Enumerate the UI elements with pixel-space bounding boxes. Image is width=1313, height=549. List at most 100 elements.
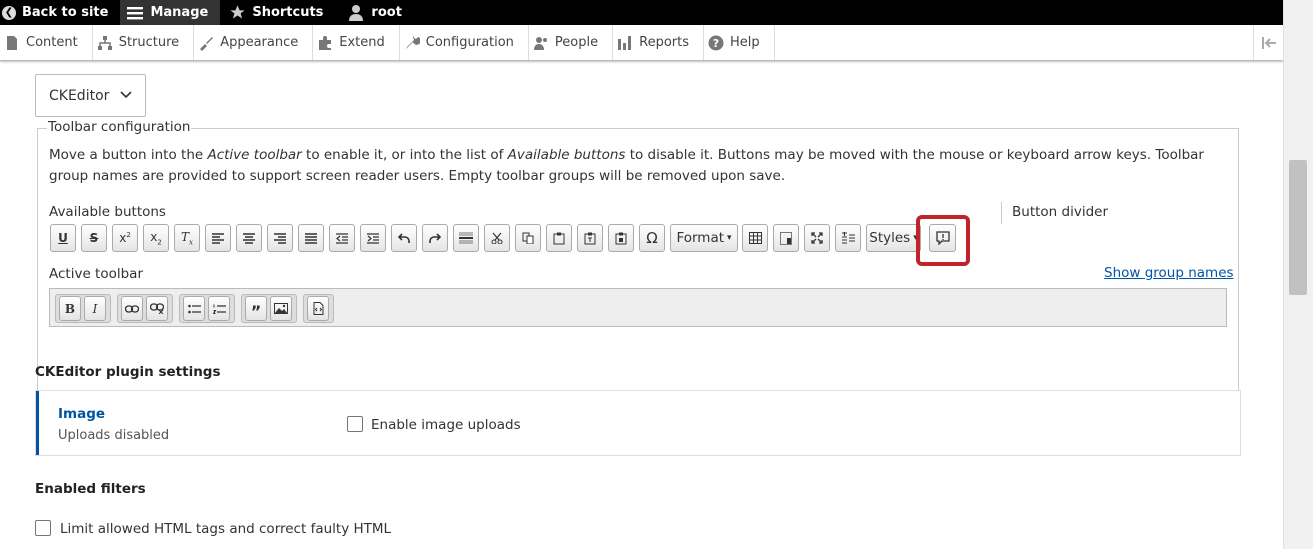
table-icon <box>748 232 762 244</box>
underline-icon: U <box>58 231 68 245</box>
tray-tab-people[interactable]: People <box>529 25 614 60</box>
styles-dropdown[interactable]: Styles ▾ <box>866 224 921 252</box>
vertical-tab-image-title: Image <box>58 406 106 422</box>
cut-button[interactable] <box>484 224 510 252</box>
remove-format-icon: Tx <box>181 229 193 247</box>
align-center-icon <box>243 232 255 244</box>
copy-icon <box>522 232 534 244</box>
tray-tab-extend-label: Extend <box>339 35 385 50</box>
people-icon <box>533 36 547 50</box>
superscript-button[interactable]: x2 <box>112 224 138 252</box>
justify-icon <box>305 232 317 244</box>
button-divider-item[interactable]: Button divider <box>1012 204 1108 220</box>
collapse-arrow-icon <box>1261 36 1276 49</box>
remove-format-button[interactable]: Tx <box>174 224 200 252</box>
align-right-icon <box>274 232 286 244</box>
limit-html-label[interactable]: Limit allowed HTML tags and correct faul… <box>60 521 391 537</box>
horizontal-rule-button[interactable] <box>453 224 479 252</box>
blockquote-button[interactable]: ” <box>245 296 267 321</box>
page-scrollbar[interactable] <box>1283 0 1313 549</box>
paste-from-word-button[interactable] <box>608 224 634 252</box>
star-icon <box>228 4 246 22</box>
manage-tab[interactable]: Manage <box>120 0 221 25</box>
underline-button[interactable]: U <box>50 224 76 252</box>
tray-tab-help[interactable]: ? Help <box>704 25 775 60</box>
back-arrow-icon: ❮ <box>2 5 16 20</box>
tray-tab-structure[interactable]: Structure <box>93 25 195 60</box>
text-editor-select-value: CKEditor <box>49 87 110 104</box>
tray-tab-appearance[interactable]: Appearance <box>194 25 314 60</box>
table-button[interactable] <box>742 224 768 252</box>
paste-button[interactable] <box>546 224 572 252</box>
numbered-list-button[interactable] <box>208 296 230 321</box>
copy-button[interactable] <box>515 224 541 252</box>
admin-tray: Content Structure Appearance Extend Conf… <box>0 25 1283 61</box>
maximize-icon <box>811 232 823 244</box>
hamburger-icon <box>126 4 144 22</box>
italic-icon: I <box>92 301 98 316</box>
vertical-tab-image[interactable]: Image Uploads disabled <box>36 391 325 455</box>
strikethrough-button[interactable]: S <box>81 224 107 252</box>
link-button[interactable] <box>121 296 143 321</box>
redo-icon <box>429 232 441 243</box>
subscript-icon: x2 <box>150 229 162 247</box>
show-blocks-button[interactable] <box>773 224 799 252</box>
paste-text-button[interactable] <box>577 224 603 252</box>
tray-tab-content[interactable]: Content <box>0 25 93 60</box>
back-to-site-link[interactable]: ❮ Back to site <box>0 0 120 25</box>
tray-tab-extend[interactable]: Extend <box>313 25 400 60</box>
highlight-box <box>916 215 970 266</box>
dropdown-arrow-icon: ▾ <box>727 233 732 243</box>
redo-button[interactable] <box>422 224 448 252</box>
puzzle-icon <box>319 35 332 50</box>
horizontal-rule-icon <box>459 232 473 244</box>
image-button[interactable] <box>270 296 292 321</box>
toolbar-config-legend: Toolbar configuration <box>47 119 192 135</box>
tray-tab-content-label: Content <box>26 35 78 50</box>
content-icon <box>7 35 17 50</box>
source-code-button[interactable] <box>307 296 329 321</box>
outdent-button[interactable] <box>329 224 355 252</box>
special-char-button[interactable]: Ω <box>639 224 665 252</box>
bulleted-list-button[interactable] <box>183 296 205 321</box>
align-right-button[interactable] <box>267 224 293 252</box>
paste-from-word-icon <box>615 232 627 244</box>
enable-image-uploads-label[interactable]: Enable image uploads <box>371 417 521 433</box>
indent-icon <box>367 232 379 244</box>
wrench-icon <box>405 35 420 49</box>
tray-tab-reports-label: Reports <box>639 35 689 50</box>
justify-button[interactable] <box>298 224 324 252</box>
manage-label: Manage <box>150 5 209 20</box>
available-buttons-label: Available buttons <box>49 204 166 220</box>
undo-button[interactable] <box>391 224 417 252</box>
collapse-tray-button[interactable] <box>1253 25 1283 60</box>
chevron-down-icon <box>120 91 132 99</box>
enable-image-uploads-checkbox[interactable] <box>347 416 363 432</box>
bold-button[interactable]: B <box>59 296 81 321</box>
scissors-icon <box>491 232 503 244</box>
user-tab[interactable]: root <box>335 0 414 25</box>
align-left-button[interactable] <box>205 224 231 252</box>
subscript-button[interactable]: x2 <box>143 224 169 252</box>
align-center-button[interactable] <box>236 224 262 252</box>
scrollbar-thumb[interactable] <box>1289 160 1307 295</box>
toolbar-config-description: Move a button into the Active toolbar to… <box>49 147 1204 184</box>
strikethrough-icon: S <box>89 231 99 245</box>
unlink-button[interactable] <box>146 296 168 321</box>
show-group-names-link[interactable]: Show group names <box>1104 265 1234 281</box>
outdent-icon <box>336 232 348 244</box>
limit-html-checkbox[interactable] <box>35 520 51 536</box>
format-dropdown[interactable]: Format ▾ <box>670 224 738 252</box>
tray-tab-reports[interactable]: Reports <box>613 25 704 60</box>
source-button[interactable] <box>835 224 861 252</box>
quote-icon: ” <box>250 301 262 321</box>
indent-button[interactable] <box>360 224 386 252</box>
styles-label: Styles <box>869 230 911 246</box>
italic-button[interactable]: I <box>84 296 106 321</box>
shortcuts-tab[interactable]: Shortcuts <box>220 0 335 25</box>
text-editor-select[interactable]: CKEditor <box>35 74 146 117</box>
align-left-icon <box>212 232 224 244</box>
maximize-button[interactable] <box>804 224 830 252</box>
tray-tab-configuration[interactable]: Configuration <box>400 25 529 60</box>
paste-text-icon <box>584 232 596 244</box>
